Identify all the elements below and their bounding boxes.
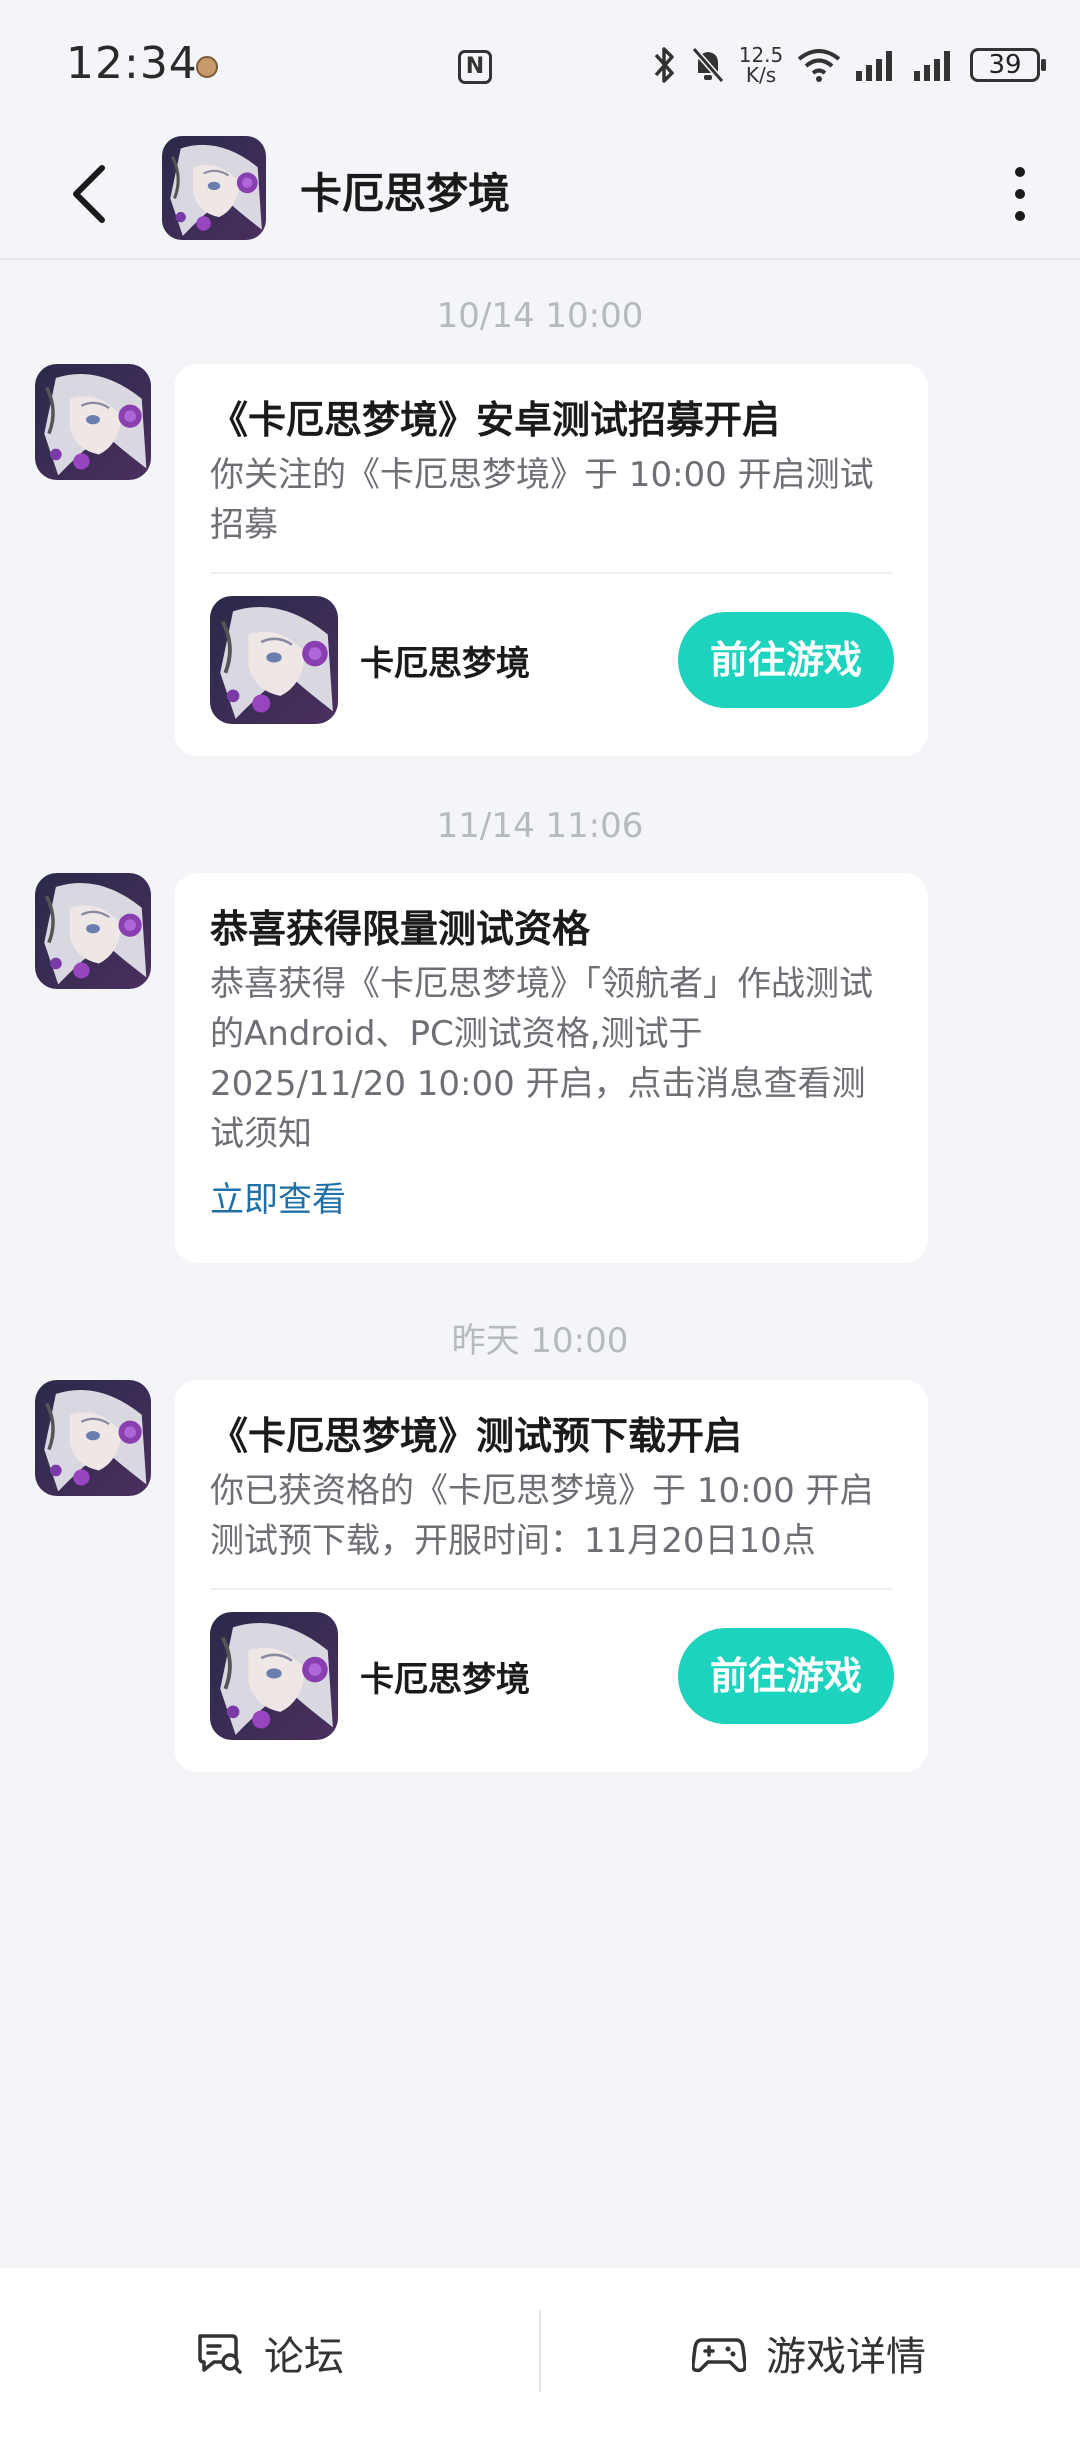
message-timestamp: 10/14 10:00 <box>436 296 644 336</box>
page-title: 卡厄思梦境 <box>300 169 511 218</box>
sender-avatar[interactable] <box>35 1380 151 1496</box>
more-vertical-icon[interactable] <box>980 154 1060 234</box>
message-timestamp: 昨天 10:00 <box>451 1321 629 1361</box>
back-arrow-icon[interactable] <box>54 154 134 234</box>
bottom-bar: 论坛 游戏详情 <box>0 2268 1080 2438</box>
mute-bell-icon <box>691 47 725 83</box>
status-bar: 12:34 N 12.5 K/s 39 <box>0 0 1080 130</box>
game-icon[interactable] <box>210 1612 338 1740</box>
bluetooth-icon <box>654 47 674 83</box>
forum-label: 论坛 <box>264 2334 344 2380</box>
status-icons: 12.5 K/s 39 <box>652 40 1046 90</box>
notification-app-icon <box>196 56 218 78</box>
message-body: 你关注的《卡厄思梦境》于 10:00 开启测试招募 <box>210 455 874 545</box>
forum-tab[interactable]: 论坛 <box>194 2268 344 2438</box>
message-card[interactable]: 恭喜获得限量测试资格 恭喜获得《卡厄思梦境》「领航者」作战测试的Android、… <box>174 873 928 1263</box>
game-name: 卡厄思梦境 <box>360 644 530 684</box>
battery-icon: 39 <box>970 48 1046 82</box>
message-title: 恭喜获得限量测试资格 <box>210 907 591 951</box>
message-timestamp: 11/14 11:06 <box>436 806 644 846</box>
game-details-label: 游戏详情 <box>766 2334 926 2380</box>
game-details-tab[interactable]: 游戏详情 <box>692 2268 926 2438</box>
game-avatar[interactable] <box>162 136 266 240</box>
network-speed-unit: K/s <box>745 63 777 87</box>
network-speed-value: 12.5 <box>738 43 784 67</box>
message-body: 你已获资格的《卡厄思梦境》于 10:00 开启测试预下载，开服时间：11月20日… <box>210 1471 874 1561</box>
network-speed: 12.5 K/s <box>738 45 784 85</box>
view-now-link[interactable]: 立即查看 <box>210 1175 892 1225</box>
tab-divider <box>539 2310 541 2392</box>
chat-header: 卡厄思梦境 <box>0 130 1080 260</box>
sender-avatar[interactable] <box>35 364 151 480</box>
game-icon[interactable] <box>210 596 338 724</box>
signal-icon-2 <box>914 51 950 81</box>
status-time: 12:34 <box>66 38 198 89</box>
wifi-icon <box>797 49 841 82</box>
go-to-game-button[interactable]: 前往游戏 <box>678 1628 894 1724</box>
forum-chat-icon <box>198 2334 242 2374</box>
game-name: 卡厄思梦境 <box>360 1660 530 1700</box>
message-title: 《卡厄思梦境》安卓测试招募开启 <box>210 398 781 442</box>
message-body: 恭喜获得《卡厄思梦境》「领航者」作战测试的Android、PC测试资格,测试于2… <box>210 964 873 1154</box>
go-to-game-button[interactable]: 前往游戏 <box>678 612 894 708</box>
gamepad-icon <box>692 2338 746 2373</box>
game-row: 卡厄思梦境 前往游戏 <box>210 1590 894 1776</box>
message-card[interactable]: 《卡厄思梦境》安卓测试招募开启 你关注的《卡厄思梦境》于 10:00 开启测试招… <box>174 364 928 756</box>
signal-icon-1 <box>856 51 892 81</box>
sender-avatar[interactable] <box>35 873 151 989</box>
message-title: 《卡厄思梦境》测试预下载开启 <box>210 1414 743 1458</box>
nfc-icon: N <box>458 50 492 84</box>
game-row: 卡厄思梦境 前往游戏 <box>210 574 894 760</box>
message-card[interactable]: 《卡厄思梦境》测试预下载开启 你已获资格的《卡厄思梦境》于 10:00 开启测试… <box>174 1380 928 1772</box>
